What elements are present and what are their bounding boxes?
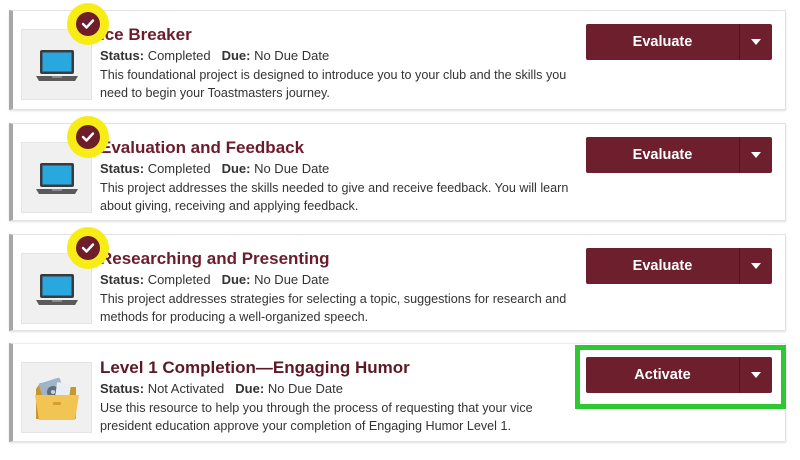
evaluate-button-group: Evaluate (586, 137, 772, 173)
status-value: Completed (147, 161, 211, 176)
activate-button-group: Activate (586, 357, 772, 393)
completed-check-icon (67, 227, 109, 269)
evaluate-button[interactable]: Evaluate (586, 137, 740, 173)
evaluate-button[interactable]: Evaluate (586, 24, 740, 60)
evaluate-button[interactable]: Evaluate (586, 248, 740, 284)
project-card-researching-presenting: Researching and Presenting Status: Compl… (9, 227, 786, 331)
status-line: Status: Not Activated Due: No Due Date (100, 381, 343, 396)
project-description: This project addresses strategies for se… (100, 292, 567, 324)
due-value: No Due Date (254, 48, 330, 63)
caret-down-icon (751, 152, 761, 158)
laptop-icon (36, 163, 78, 194)
evaluate-button-group: Evaluate (586, 24, 772, 60)
caret-down-icon (751, 372, 761, 378)
dropdown-toggle[interactable] (740, 24, 772, 60)
status-value: Completed (147, 272, 211, 287)
caret-down-icon (751, 39, 761, 45)
laptop-icon (36, 50, 78, 81)
project-card-ice-breaker: Ice Breaker Status: Completed Due: No Due… (9, 3, 786, 110)
status-value: Not Activated (147, 381, 225, 396)
status-value: Completed (147, 48, 211, 63)
laptop-icon (36, 274, 78, 305)
due-value: No Due Date (267, 381, 343, 396)
evaluate-button-group: Evaluate (586, 248, 772, 284)
due-value: No Due Date (254, 161, 330, 176)
project-description: This project addresses the skills needed… (100, 181, 569, 213)
project-thumbnail (21, 362, 92, 433)
status-line: Status: Completed Due: No Due Date (100, 272, 330, 287)
project-description: Use this resource to help you through th… (100, 401, 533, 433)
dropdown-toggle[interactable] (740, 357, 772, 393)
project-card-level-completion: Level 1 Completion—Engaging Humor Status… (9, 343, 786, 442)
folder-icon (35, 377, 79, 420)
completed-check-icon (67, 116, 109, 158)
project-card-evaluation-feedback: Evaluation and Feedback Status: Complete… (9, 116, 786, 221)
activate-button[interactable]: Activate (586, 357, 740, 393)
status-line: Status: Completed Due: No Due Date (100, 161, 330, 176)
completed-check-icon (67, 3, 109, 45)
project-title[interactable]: Researching and Presenting (100, 249, 330, 269)
dropdown-toggle[interactable] (740, 137, 772, 173)
project-title[interactable]: Evaluation and Feedback (100, 138, 304, 158)
project-title[interactable]: Level 1 Completion—Engaging Humor (100, 358, 410, 378)
caret-down-icon (751, 263, 761, 269)
project-title[interactable]: Ice Breaker (100, 25, 192, 45)
dropdown-toggle[interactable] (740, 248, 772, 284)
project-description: This foundational project is designed to… (100, 68, 567, 100)
due-value: No Due Date (254, 272, 330, 287)
status-line: Status: Completed Due: No Due Date (100, 48, 330, 63)
